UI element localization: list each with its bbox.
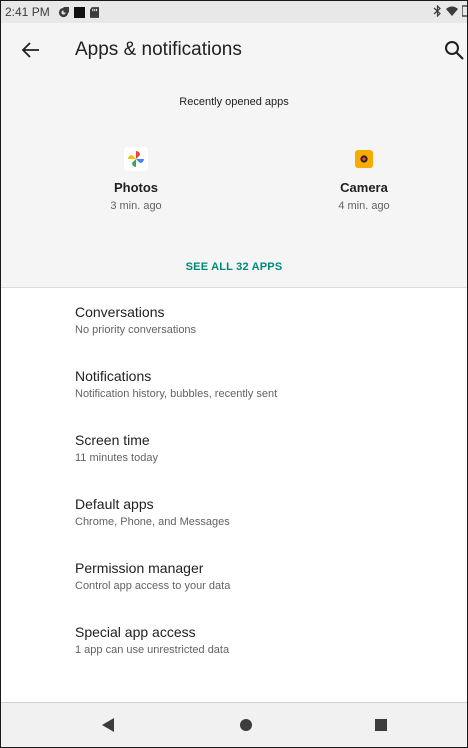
setting-title: Permission manager: [75, 560, 204, 576]
sync-icon: [58, 6, 69, 17]
setting-default-apps[interactable]: Default apps Chrome, Phone, and Messages: [75, 496, 455, 528]
app-bar: Apps & notifications: [1, 23, 467, 77]
nav-overview-icon[interactable]: [371, 715, 391, 735]
app-name: Camera: [340, 180, 388, 195]
nav-back-icon[interactable]: [99, 715, 119, 735]
back-arrow-icon[interactable]: [19, 38, 43, 62]
status-time: 2:41 PM: [5, 5, 50, 19]
page-title: Apps & notifications: [75, 39, 242, 60]
setting-subtitle: Control app access to your data: [75, 580, 231, 592]
photos-icon: [124, 147, 148, 171]
setting-subtitle: No priority conversations: [75, 324, 197, 336]
setting-notifications[interactable]: Notifications Notification history, bubb…: [75, 368, 455, 400]
setting-title: Default apps: [75, 496, 154, 512]
status-bar: 2:41 PM: [1, 1, 467, 23]
square-notification-icon: [73, 6, 85, 18]
sd-card-icon: [89, 6, 99, 18]
setting-subtitle: Notification history, bubbles, recently …: [75, 388, 278, 400]
recent-app-photos[interactable]: Photos 3 min. ago: [66, 147, 206, 212]
setting-subtitle: 11 minutes today: [75, 452, 158, 464]
app-last-used: 4 min. ago: [338, 200, 390, 212]
system-nav-bar: [1, 702, 467, 747]
setting-permission-manager[interactable]: Permission manager Control app access to…: [75, 560, 455, 592]
setting-title: Special app access: [75, 624, 196, 640]
setting-subtitle: Chrome, Phone, and Messages: [75, 516, 230, 528]
setting-conversations[interactable]: Conversations No priority conversations: [75, 304, 455, 336]
wifi-icon: [446, 6, 458, 16]
setting-title: Notifications: [75, 368, 152, 384]
setting-title: Conversations: [75, 304, 165, 320]
recent-apps-section: Recently opened apps Photos 3 min. ago C…: [1, 77, 467, 288]
device-screen: 2:41 PM Apps & notifications Recently op…: [0, 0, 468, 748]
recent-apps-title: Recently opened apps: [179, 96, 289, 108]
status-icons-left: [58, 6, 99, 18]
search-icon[interactable]: [443, 39, 465, 61]
nav-home-icon[interactable]: [236, 715, 256, 735]
bluetooth-icon: [433, 5, 441, 17]
app-last-used: 3 min. ago: [110, 200, 162, 212]
see-all-apps-button[interactable]: SEE ALL 32 APPS: [1, 261, 467, 273]
setting-special-app-access[interactable]: Special app access 1 app can use unrestr…: [75, 624, 455, 656]
setting-screen-time[interactable]: Screen time 11 minutes today: [75, 432, 455, 464]
setting-title: Screen time: [75, 432, 150, 448]
app-name: Photos: [113, 180, 159, 195]
camera-icon: [355, 150, 373, 168]
battery-icon: [462, 5, 467, 17]
status-icons-right: [433, 5, 467, 17]
recent-app-camera[interactable]: Camera 4 min. ago: [294, 147, 434, 212]
setting-subtitle: 1 app can use unrestricted data: [75, 644, 230, 656]
